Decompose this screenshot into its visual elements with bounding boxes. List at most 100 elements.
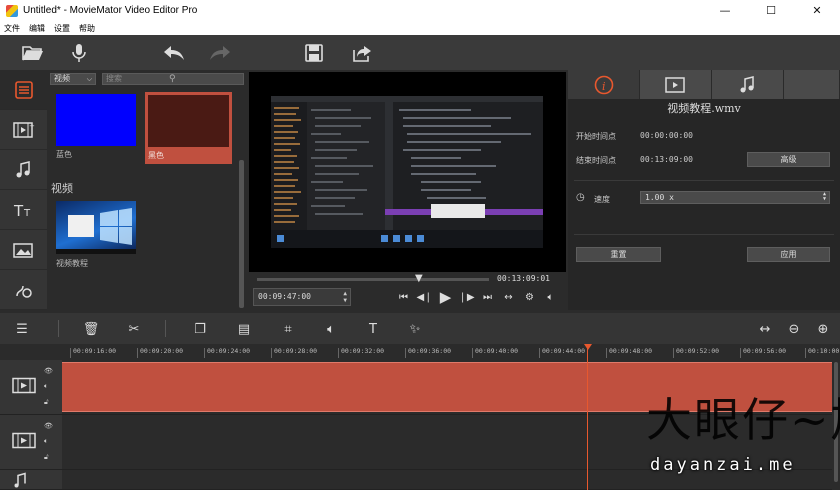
crop-icon[interactable]: ⌗ [278, 319, 298, 339]
ruler-tick: 00:09:16:00 [70, 348, 116, 358]
microphone-icon[interactable] [66, 40, 92, 66]
step-back-icon[interactable]: ◀❘ [414, 288, 435, 306]
paste-icon[interactable]: ▤ [234, 319, 254, 339]
library-filter-value: 视频 [54, 74, 70, 83]
maximize-button[interactable]: ☐ [748, 0, 794, 21]
zoom-fit-icon[interactable]: ↔ [755, 319, 775, 339]
zoom-in-icon[interactable]: ⊕ [813, 319, 833, 339]
undo-icon[interactable] [161, 40, 187, 66]
ruler-tick: 00:09:48:00 [606, 348, 652, 358]
menu-help[interactable]: 帮助 [79, 23, 95, 34]
tab-video-filter[interactable] [640, 70, 712, 99]
video-frame [271, 96, 543, 248]
tab-info[interactable]: i [568, 70, 640, 99]
volume-icon[interactable]: 🔈︎ [540, 288, 561, 306]
track-volume-icon[interactable]: 🔈︎ [44, 437, 48, 446]
apply-button[interactable]: 应用 [747, 247, 830, 262]
split-scissors-icon[interactable]: ✂ [124, 319, 144, 339]
time-spinner[interactable]: ▲ ▼ [343, 290, 347, 304]
preview-screen [249, 72, 566, 272]
ruler-tick: 00:09:44:00 [539, 348, 585, 358]
title-bar: Untitled* - MovieMator Video Editor Pro … [0, 0, 840, 21]
minimize-button[interactable]: — [702, 0, 748, 21]
save-icon[interactable] [301, 40, 327, 66]
step-forward-icon[interactable]: ❘▶ [456, 288, 477, 306]
zoom-out-icon[interactable]: ⊖ [784, 319, 804, 339]
preview-viewer: ▼ 00:13:09:01 00:09:47:00 ▲ ▼ ⏮ ◀❘ ▶ ❘▶ ⏭… [247, 70, 568, 310]
chevron-down-icon: ⌵ [86, 75, 92, 83]
library-scrollbar[interactable] [239, 160, 244, 308]
lock-icon[interactable]: 🔓︎ [44, 453, 49, 462]
text-icon: TT [13, 202, 31, 219]
nav-image-filters[interactable] [0, 230, 47, 270]
reset-button[interactable]: 重置 [576, 247, 661, 262]
video-item[interactable]: 视频教程 [56, 201, 136, 269]
menu-bar: 文件 编辑 设置 帮助 [0, 21, 840, 35]
fit-icon[interactable]: ↔ [498, 288, 519, 306]
properties-tabs: i [568, 70, 840, 99]
color-item-label: 蓝色 [56, 150, 72, 159]
color-item-black[interactable]: 黑色 [145, 92, 232, 164]
info-icon: i [594, 75, 613, 94]
magic-wand-icon[interactable]: ✨︎ [405, 319, 425, 339]
menu-list-icon[interactable]: ☰ [12, 319, 32, 339]
timeline-ruler[interactable]: 00:09:16:00 00:09:20:00 00:09:24:00 00:0… [62, 344, 840, 360]
window-controls: — ☐ ✕ [702, 0, 840, 21]
transport-controls: ⏮ ◀❘ ▶ ❘▶ ⏭ ↔ ⚙ 🔈︎ [393, 288, 561, 306]
clip-edge [62, 362, 832, 363]
skip-to-start-icon[interactable]: ⏮ [393, 288, 414, 306]
delete-trash-icon[interactable]: 🗑︎ [81, 319, 101, 339]
copy-icon[interactable]: ❐ [190, 319, 210, 339]
tab-audio-filter[interactable] [712, 70, 784, 99]
media-library-panel: 视频 ⌵ 搜索 ⚲ 蓝色 黑色 视频 视频教程 [47, 70, 247, 310]
nav-media-library[interactable] [0, 70, 47, 110]
speed-input[interactable]: 1.00 x ▲ ▼ [640, 191, 830, 204]
ruler-tick: 00:10:00: [805, 348, 840, 358]
preview-playhead[interactable]: ▼ [415, 273, 423, 284]
video-track-2-header: 👁︎ 🔈︎ 🔓︎ [0, 415, 62, 470]
preview-progress-track[interactable] [257, 278, 489, 281]
visibility-eye-icon[interactable]: 👁︎ [44, 422, 53, 430]
film-strip-icon [12, 377, 36, 397]
settings-gear-icon[interactable]: ⚙ [519, 288, 540, 306]
track-volume-icon[interactable]: 🔈︎ [44, 382, 48, 391]
play-icon[interactable]: ▶ [435, 288, 456, 306]
nav-video-filters[interactable]: + [0, 110, 47, 150]
timeline-toolbar: ☰ 🗑︎ ✂ ❐ ▤ ⌗ 🔈︎ T ✨︎ ↔ ⊖ ⊕ [0, 313, 840, 344]
speed-spinner[interactable]: ▲ ▼ [823, 192, 826, 202]
close-button[interactable]: ✕ [794, 0, 840, 21]
ruler-tick: 00:09:28:00 [271, 348, 317, 358]
video-section-title: 视频 [51, 182, 73, 195]
nav-transitions[interactable] [0, 270, 47, 310]
menu-edit[interactable]: 编辑 [29, 23, 45, 34]
nav-audio-filters[interactable] [0, 150, 47, 190]
watermark-url: dayanzai.me [650, 455, 796, 475]
film-strip-icon [12, 432, 36, 452]
nav-text[interactable]: TT [0, 190, 47, 230]
audio-filter-icon [16, 160, 30, 177]
skip-to-end-icon[interactable]: ⏭ [477, 288, 498, 306]
text-tool-icon[interactable]: T [363, 319, 383, 339]
app-logo-icon [6, 4, 18, 17]
ruler-tick: 00:09:24:00 [204, 348, 250, 358]
audio-volume-icon[interactable]: 🔈︎ [321, 319, 341, 339]
color-item-label: 黑色 [148, 151, 164, 160]
library-search-input[interactable]: 搜索 ⚲ [102, 73, 244, 85]
folder-open-icon[interactable] [20, 40, 46, 66]
redo-icon[interactable] [207, 40, 233, 66]
visibility-eye-icon[interactable]: 👁︎ [44, 367, 53, 375]
advanced-button[interactable]: 高级 [747, 152, 830, 167]
current-time-field[interactable]: 00:09:47:00 ▲ ▼ [253, 288, 351, 306]
library-filter-select[interactable]: 视频 ⌵ [50, 73, 96, 85]
color-item-blue[interactable]: 蓝色 [56, 94, 136, 159]
total-duration: 00:13:09:01 [497, 274, 550, 283]
main-toolbar [0, 35, 840, 70]
menu-file[interactable]: 文件 [4, 23, 20, 34]
timeline-playhead[interactable] [587, 344, 588, 490]
clock-icon: ◷ [576, 192, 585, 203]
export-icon[interactable] [349, 40, 375, 66]
timeline-playhead-handle[interactable] [584, 344, 592, 350]
lock-icon[interactable]: 🔓︎ [44, 398, 49, 407]
menu-settings[interactable]: 设置 [54, 23, 70, 34]
svg-text:i: i [602, 80, 606, 93]
